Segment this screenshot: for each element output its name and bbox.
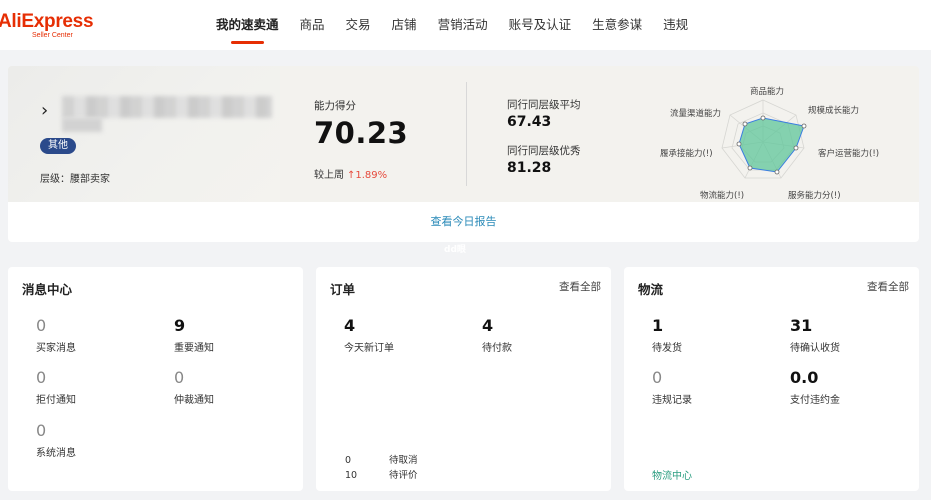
stat-label: 支付违约金	[790, 395, 840, 406]
ability-score-value: 70.23	[314, 116, 409, 150]
stat-value: 0	[36, 421, 47, 440]
radar-axis-label: 履承接能力(!)	[660, 148, 713, 159]
stat-awaiting-receipt[interactable]: 31 待确认收货	[790, 316, 840, 355]
stat-value: 4	[344, 316, 356, 335]
stat-buyer-messages[interactable]: 0 买家消息	[36, 316, 76, 355]
nav-item-store[interactable]: 店铺	[392, 0, 417, 50]
stat-label: 待付款	[482, 343, 512, 354]
week-comparison: 较上周 ↑1.89%	[314, 166, 387, 181]
store-info-panel: › 其他 层级：腰部卖家	[8, 66, 280, 202]
main-nav: 我的速卖通 商品 交易 店铺 营销活动 账号及认证 生意参谋 违规	[216, 0, 709, 50]
stat-label: 买家消息	[36, 343, 76, 354]
stat-new-orders-today[interactable]: 4 今天新订单	[344, 316, 394, 355]
peer-average-value: 67.43	[507, 114, 552, 130]
card-title: 消息中心	[22, 282, 73, 297]
peer-excellent-value: 81.28	[507, 160, 552, 176]
radar-axis-label: 物流能力(!)	[700, 190, 744, 201]
view-today-report-link[interactable]: 查看今日报告	[8, 202, 919, 242]
week-comparison-label: 较上周	[314, 170, 344, 181]
nav-item-transactions[interactable]: 交易	[346, 0, 371, 50]
category-badge: 其他	[40, 138, 76, 154]
stat-label: 仲裁通知	[174, 395, 214, 406]
nav-item-marketing[interactable]: 营销活动	[438, 0, 488, 50]
logistics-card: 物流 查看全部 1 待发货 31 待确认收货 0 违规记录 0.0 支付违约金 …	[624, 267, 919, 491]
orders-card: 订单 查看全部 4 今天新订单 4 待付款 0 待取消 10 待评价	[316, 267, 611, 491]
divider	[466, 82, 467, 186]
stat-value: 0	[652, 368, 663, 387]
stat-value: 1	[652, 316, 664, 335]
seller-level: 层级：腰部卖家	[40, 174, 110, 185]
card-title: 物流	[638, 282, 664, 297]
minor-stat-label: 待取消	[389, 455, 418, 466]
watermark: dd眼	[444, 245, 466, 255]
nav-item-business-advisor[interactable]: 生意参谋	[592, 0, 642, 50]
week-change-value: ↑1.89%	[347, 170, 388, 181]
top-navigation-bar: AliExpress Seller Center 我的速卖通 商品 交易 店铺 …	[0, 0, 931, 50]
nav-item-violations[interactable]: 违规	[663, 0, 688, 50]
logo-subtext: Seller Center	[32, 32, 73, 39]
card-title: 订单	[330, 282, 356, 297]
radar-axis-label: 规模成长能力	[808, 105, 859, 116]
message-center-card: 消息中心 0 买家消息 9 重要通知 0 拒付通知 0 仲裁通知 0 系统消息	[8, 267, 303, 491]
stat-value: 31	[790, 316, 813, 335]
stat-violation-records[interactable]: 0 违规记录	[652, 368, 692, 407]
stat-label: 待发货	[652, 343, 682, 354]
radar-average-area	[738, 117, 805, 173]
stat-arbitration-notices[interactable]: 0 仲裁通知	[174, 368, 214, 407]
stat-value: 0	[36, 316, 47, 335]
nav-item-products[interactable]: 商品	[300, 0, 325, 50]
radar-axis-label: 商品能力	[750, 86, 784, 97]
stat-value: 4	[482, 316, 494, 335]
stat-default-penalty[interactable]: 0.0 支付违约金	[790, 368, 840, 407]
stat-label: 待确认收货	[790, 343, 840, 354]
peer-excellent-label: 同行同层级优秀	[507, 145, 581, 157]
minor-stat-pending-review[interactable]: 10 待评价	[345, 467, 418, 481]
radar-axis-label: 流量渠道能力	[670, 108, 721, 119]
peer-average-label: 同行同层级平均	[507, 99, 581, 111]
logistics-center-link[interactable]: 物流中心	[652, 467, 692, 482]
minor-stat-value: 10	[345, 470, 358, 481]
stat-awaiting-shipment[interactable]: 1 待发货	[652, 316, 682, 355]
logo-text: AliExpress	[0, 11, 94, 32]
stat-value: 0.0	[790, 368, 819, 387]
aliexpress-logo[interactable]: AliExpress Seller Center	[0, 11, 94, 40]
stat-label: 拒付通知	[36, 395, 76, 406]
minor-stat-value: 0	[345, 455, 352, 466]
nav-item-my-aliexpress[interactable]: 我的速卖通	[216, 0, 279, 50]
minor-stat-pending-cancel[interactable]: 0 待取消	[345, 452, 418, 466]
ability-radar-chart: 商品能力 规模成长能力 客户运营能力(!) 服务能力分(!) 物流能力(!) 履…	[660, 86, 879, 201]
chevron-right-icon[interactable]: ›	[41, 102, 48, 120]
stat-value: 0	[174, 368, 185, 387]
stat-chargeback-notices[interactable]: 0 拒付通知	[36, 368, 76, 407]
minor-stat-label: 待评价	[389, 470, 418, 481]
stat-label: 重要通知	[174, 343, 214, 354]
ability-score-label: 能力得分	[314, 100, 356, 112]
stat-value: 0	[36, 368, 47, 387]
stat-system-messages[interactable]: 0 系统消息	[36, 421, 76, 460]
stat-label: 今天新订单	[344, 343, 394, 354]
stat-label: 违规记录	[652, 395, 692, 406]
view-all-logistics-link[interactable]: 查看全部	[867, 279, 909, 294]
radar-axis-label: 客户运营能力(!)	[818, 148, 879, 159]
nav-item-account[interactable]: 账号及认证	[509, 0, 572, 50]
blurred-store-id	[62, 118, 102, 132]
blurred-store-name	[62, 96, 272, 118]
ability-score-card: › 其他 层级：腰部卖家 能力得分 70.23 较上周 ↑1.89% 同行同层级平…	[8, 66, 919, 242]
stat-label: 系统消息	[36, 448, 76, 459]
radar-axis-label: 服务能力分(!)	[788, 190, 841, 201]
view-all-orders-link[interactable]: 查看全部	[559, 279, 601, 294]
stat-awaiting-payment[interactable]: 4 待付款	[482, 316, 512, 355]
stat-important-notices[interactable]: 9 重要通知	[174, 316, 214, 355]
stat-value: 9	[174, 316, 186, 335]
